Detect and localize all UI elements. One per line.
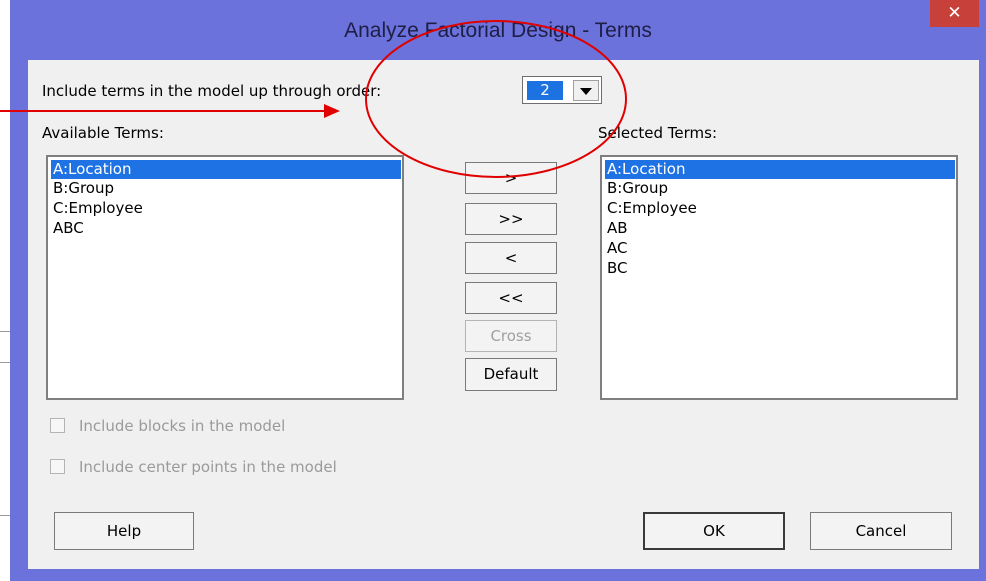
remove-all-terms-button[interactable]: <<: [465, 282, 557, 314]
background-divider: [0, 515, 10, 516]
close-icon: ✕: [947, 3, 962, 22]
dialog-title: Analyze Factorial Design - Terms: [344, 19, 652, 42]
include-blocks-label: Include blocks in the model: [79, 417, 286, 435]
order-label: Include terms in the model up through or…: [42, 82, 382, 100]
chevron-down-icon: [580, 88, 592, 95]
title-bar: Analyze Factorial Design - Terms ✕: [10, 0, 986, 60]
add-all-terms-button[interactable]: >>: [465, 203, 557, 235]
dialog-window: Analyze Factorial Design - Terms ✕ Inclu…: [10, 0, 986, 581]
help-button[interactable]: Help: [54, 512, 194, 550]
remove-term-button[interactable]: <: [465, 242, 557, 274]
available-terms-list[interactable]: A:Location B:Group C:Employee ABC: [46, 155, 404, 400]
close-button[interactable]: ✕: [930, 0, 979, 27]
list-item[interactable]: A:Location: [605, 160, 955, 179]
cancel-button[interactable]: Cancel: [810, 512, 952, 550]
default-button[interactable]: Default: [465, 358, 557, 391]
add-term-button[interactable]: >: [465, 162, 557, 194]
list-item[interactable]: AC: [605, 239, 627, 258]
available-terms-label: Available Terms:: [42, 124, 164, 142]
cross-button[interactable]: Cross: [465, 320, 557, 352]
ok-button[interactable]: OK: [643, 512, 785, 550]
background-divider: [0, 362, 10, 363]
list-item[interactable]: AB: [605, 219, 628, 238]
list-item[interactable]: ABC: [51, 219, 84, 238]
order-select[interactable]: 2: [522, 76, 602, 104]
list-item[interactable]: C:Employee: [605, 199, 697, 218]
selected-terms-list[interactable]: A:Location B:Group C:Employee AB AC BC: [600, 155, 958, 400]
list-item[interactable]: BC: [605, 259, 628, 278]
list-item[interactable]: B:Group: [605, 179, 668, 198]
list-item[interactable]: A:Location: [51, 160, 401, 179]
include-center-points-checkbox[interactable]: [50, 459, 65, 474]
selected-terms-label: Selected Terms:: [598, 124, 718, 142]
background-divider: [0, 331, 10, 332]
include-blocks-checkbox[interactable]: [50, 418, 65, 433]
include-center-points-label: Include center points in the model: [79, 458, 337, 476]
order-dropdown-button[interactable]: [573, 80, 599, 101]
list-item[interactable]: C:Employee: [51, 199, 143, 218]
order-value: 2: [527, 81, 563, 100]
list-item[interactable]: B:Group: [51, 179, 114, 198]
dialog-content: Include terms in the model up through or…: [28, 60, 979, 569]
